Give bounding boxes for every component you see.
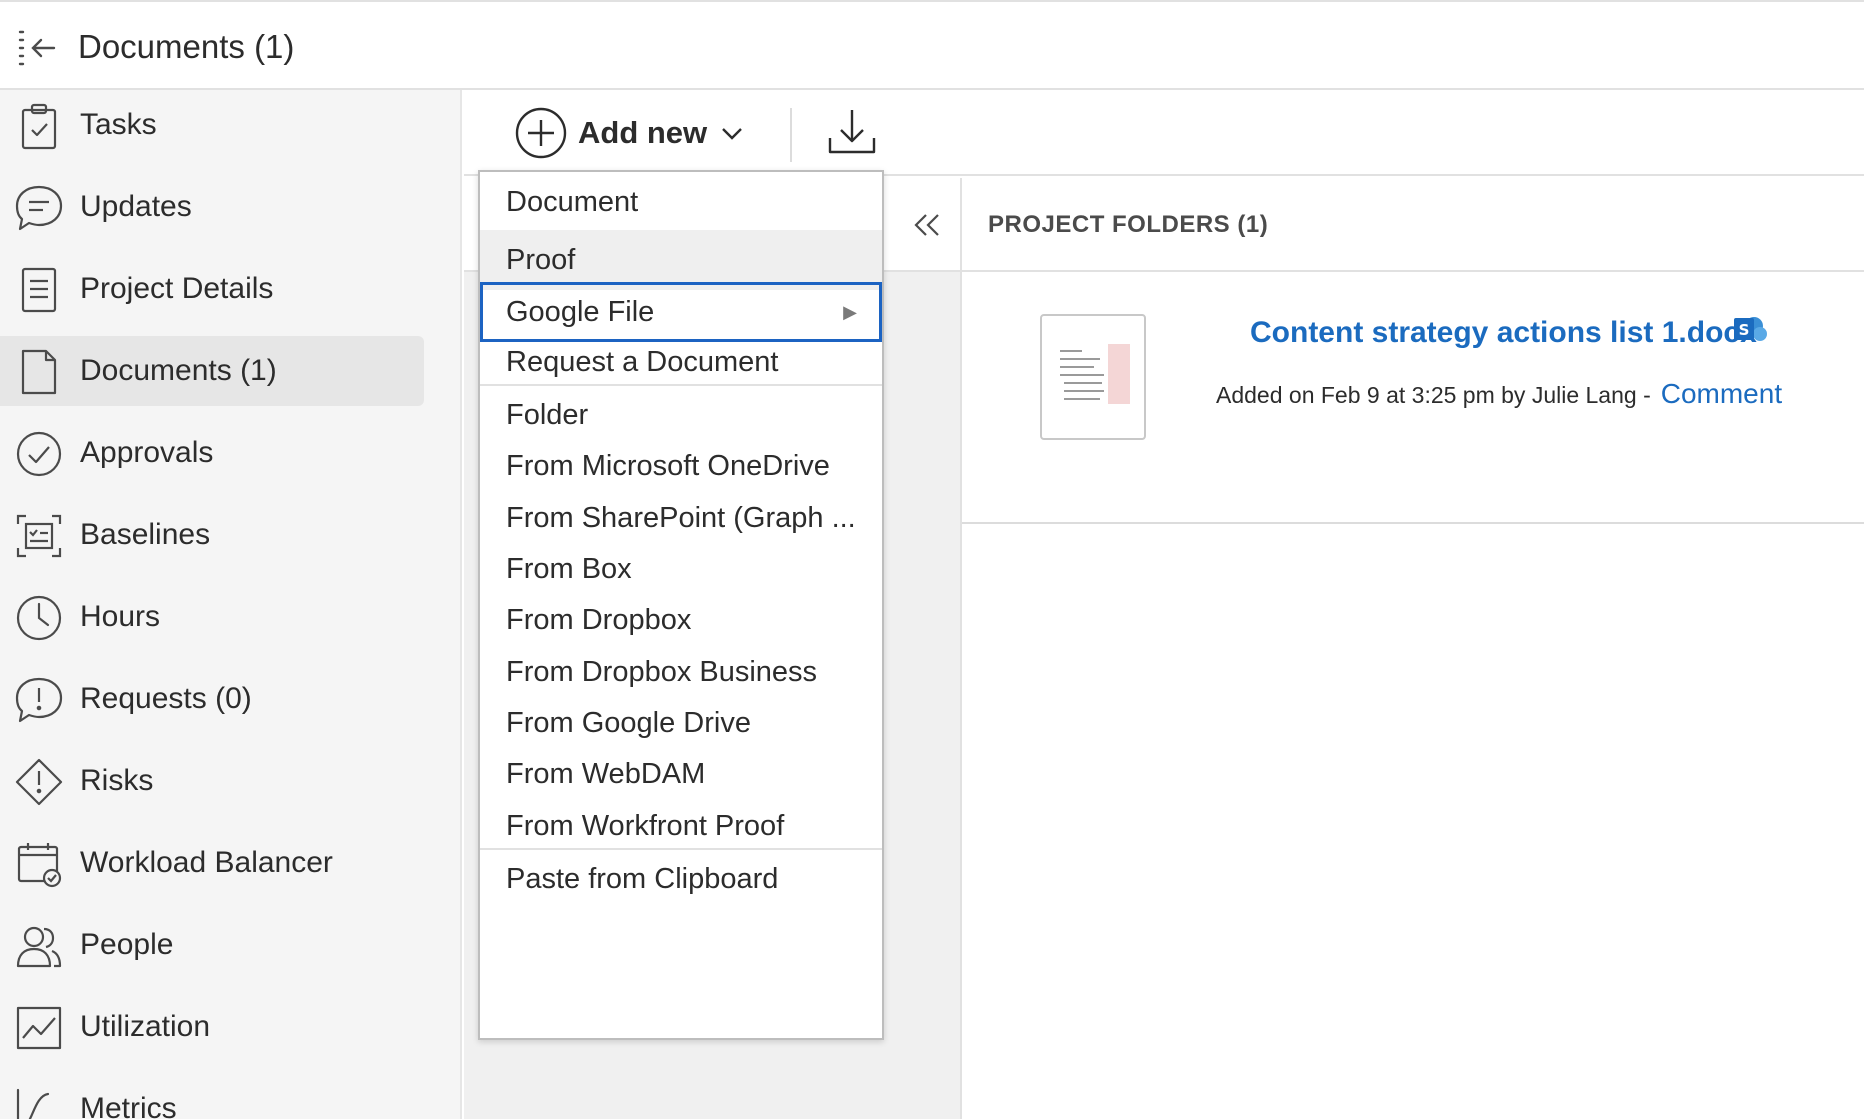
thumbnail-line bbox=[1064, 390, 1104, 392]
menu-item-workfront-proof[interactable]: From Workfront Proof bbox=[480, 796, 882, 856]
sidebar-item-metrics[interactable]: Metrics bbox=[0, 1074, 424, 1119]
sidebar-item-label: Documents (1) bbox=[80, 354, 277, 387]
calendar-check-icon bbox=[17, 843, 62, 888]
document-lines-icon bbox=[21, 267, 57, 313]
clock-icon bbox=[16, 595, 62, 641]
sidebar-item-label: Workload Balancer bbox=[80, 846, 333, 879]
menu-item-label: Google File bbox=[506, 296, 655, 328]
sidebar-item-label: Baselines bbox=[80, 518, 211, 551]
thumbnail-line bbox=[1060, 374, 1104, 376]
sidebar-item-workload-balancer[interactable]: Workload Balancer bbox=[0, 828, 424, 898]
sharepoint-icon: S bbox=[1734, 317, 1767, 341]
sidebar-item-label: Tasks bbox=[80, 108, 157, 141]
risk-diamond-icon bbox=[15, 758, 63, 806]
sidebar: Tasks Updates Project Details Documents … bbox=[0, 90, 462, 1119]
sidebar-item-approvals[interactable]: Approvals bbox=[0, 418, 424, 488]
thumbnail-line bbox=[1064, 398, 1100, 400]
svg-text:S: S bbox=[1739, 321, 1750, 339]
thumbnail-line bbox=[1060, 350, 1082, 352]
sidebar-item-label: Updates bbox=[80, 190, 192, 223]
collapse-panel-icon[interactable] bbox=[910, 208, 944, 242]
sidebar-item-label: Approvals bbox=[80, 436, 214, 469]
document-icon bbox=[21, 349, 57, 395]
add-new-label: Add new bbox=[578, 115, 708, 150]
sidebar-item-label: People bbox=[80, 928, 174, 961]
line-chart-icon bbox=[16, 1006, 62, 1050]
baseline-icon bbox=[16, 514, 62, 558]
menu-item-paste-clipboard[interactable]: Paste from Clipboard bbox=[480, 849, 882, 909]
document-name-link[interactable]: Content strategy actions list 1.docx bbox=[1250, 316, 1757, 350]
submenu-arrow-icon: ▶ bbox=[843, 302, 857, 322]
page-header: Documents (1) bbox=[0, 0, 1864, 90]
sidebar-item-label: Hours bbox=[80, 600, 161, 633]
sidebar-item-label: Requests (0) bbox=[80, 682, 252, 715]
plus-circle-icon bbox=[515, 107, 567, 159]
chat-bubble-icon bbox=[15, 185, 63, 231]
menu-item-proof[interactable]: Proof bbox=[480, 230, 882, 290]
project-folders-title: PROJECT FOLDERS (1) bbox=[988, 211, 1269, 238]
add-new-menu: Document Proof Google File ▶ Request a D… bbox=[478, 170, 884, 1040]
sidebar-item-label: Project Details bbox=[80, 272, 274, 305]
menu-item-document[interactable]: Document bbox=[480, 172, 882, 232]
sidebar-item-baselines[interactable]: Baselines bbox=[0, 500, 424, 570]
menu-item-onedrive[interactable]: From Microsoft OneDrive bbox=[480, 436, 882, 496]
thumbnail-highlight bbox=[1108, 344, 1130, 404]
comment-link[interactable]: Comment bbox=[1661, 378, 1782, 410]
sidebar-item-hours[interactable]: Hours bbox=[0, 582, 424, 652]
menu-item-request-document[interactable]: Request a Document bbox=[480, 332, 882, 392]
project-folders-header: PROJECT FOLDERS (1) bbox=[962, 178, 1864, 272]
sidebar-item-tasks[interactable]: Tasks bbox=[0, 90, 424, 160]
document-meta: Added on Feb 9 at 3:25 pm by Julie Lang … bbox=[1216, 378, 1782, 410]
sidebar-item-label: Utilization bbox=[80, 1010, 211, 1043]
chevron-down-icon bbox=[722, 128, 743, 140]
thumbnail-line bbox=[1064, 382, 1102, 384]
thumbnail-line bbox=[1060, 358, 1100, 360]
sidebar-item-documents[interactable]: Documents (1) bbox=[0, 336, 424, 406]
sidebar-item-utilization[interactable]: Utilization bbox=[0, 992, 424, 1062]
people-icon bbox=[16, 926, 62, 968]
page-title: Documents (1) bbox=[78, 28, 295, 65]
thumbnail-line bbox=[1060, 366, 1094, 368]
sidebar-item-label: Risks bbox=[80, 764, 154, 797]
add-new-button[interactable]: Add new bbox=[514, 102, 745, 164]
check-circle-icon bbox=[16, 431, 62, 477]
sidebar-item-label: Metrics bbox=[80, 1092, 177, 1119]
clipboard-check-icon bbox=[21, 103, 57, 150]
sidebar-item-people[interactable]: People bbox=[0, 910, 424, 980]
documents-toolbar: Add new bbox=[464, 92, 1864, 176]
curve-chart-icon bbox=[16, 1088, 50, 1119]
sidebar-item-requests[interactable]: Requests (0) bbox=[0, 664, 424, 734]
sidebar-item-project-details[interactable]: Project Details bbox=[0, 254, 424, 324]
request-alert-icon bbox=[15, 677, 63, 723]
sidebar-item-risks[interactable]: Risks bbox=[0, 746, 424, 816]
collapse-sidebar-icon[interactable] bbox=[16, 26, 60, 70]
document-row[interactable]: Content strategy actions list 1.docx S A… bbox=[962, 272, 1864, 524]
document-thumbnail[interactable] bbox=[1040, 314, 1146, 440]
document-added-info: Added on Feb 9 at 3:25 pm by Julie Lang … bbox=[1216, 382, 1651, 408]
sidebar-item-updates[interactable]: Updates bbox=[0, 172, 424, 242]
toolbar-divider bbox=[790, 108, 792, 162]
menu-item-dropbox[interactable]: From Dropbox bbox=[480, 590, 882, 650]
menu-item-webdam[interactable]: From WebDAM bbox=[480, 744, 882, 804]
download-icon[interactable] bbox=[824, 104, 880, 160]
